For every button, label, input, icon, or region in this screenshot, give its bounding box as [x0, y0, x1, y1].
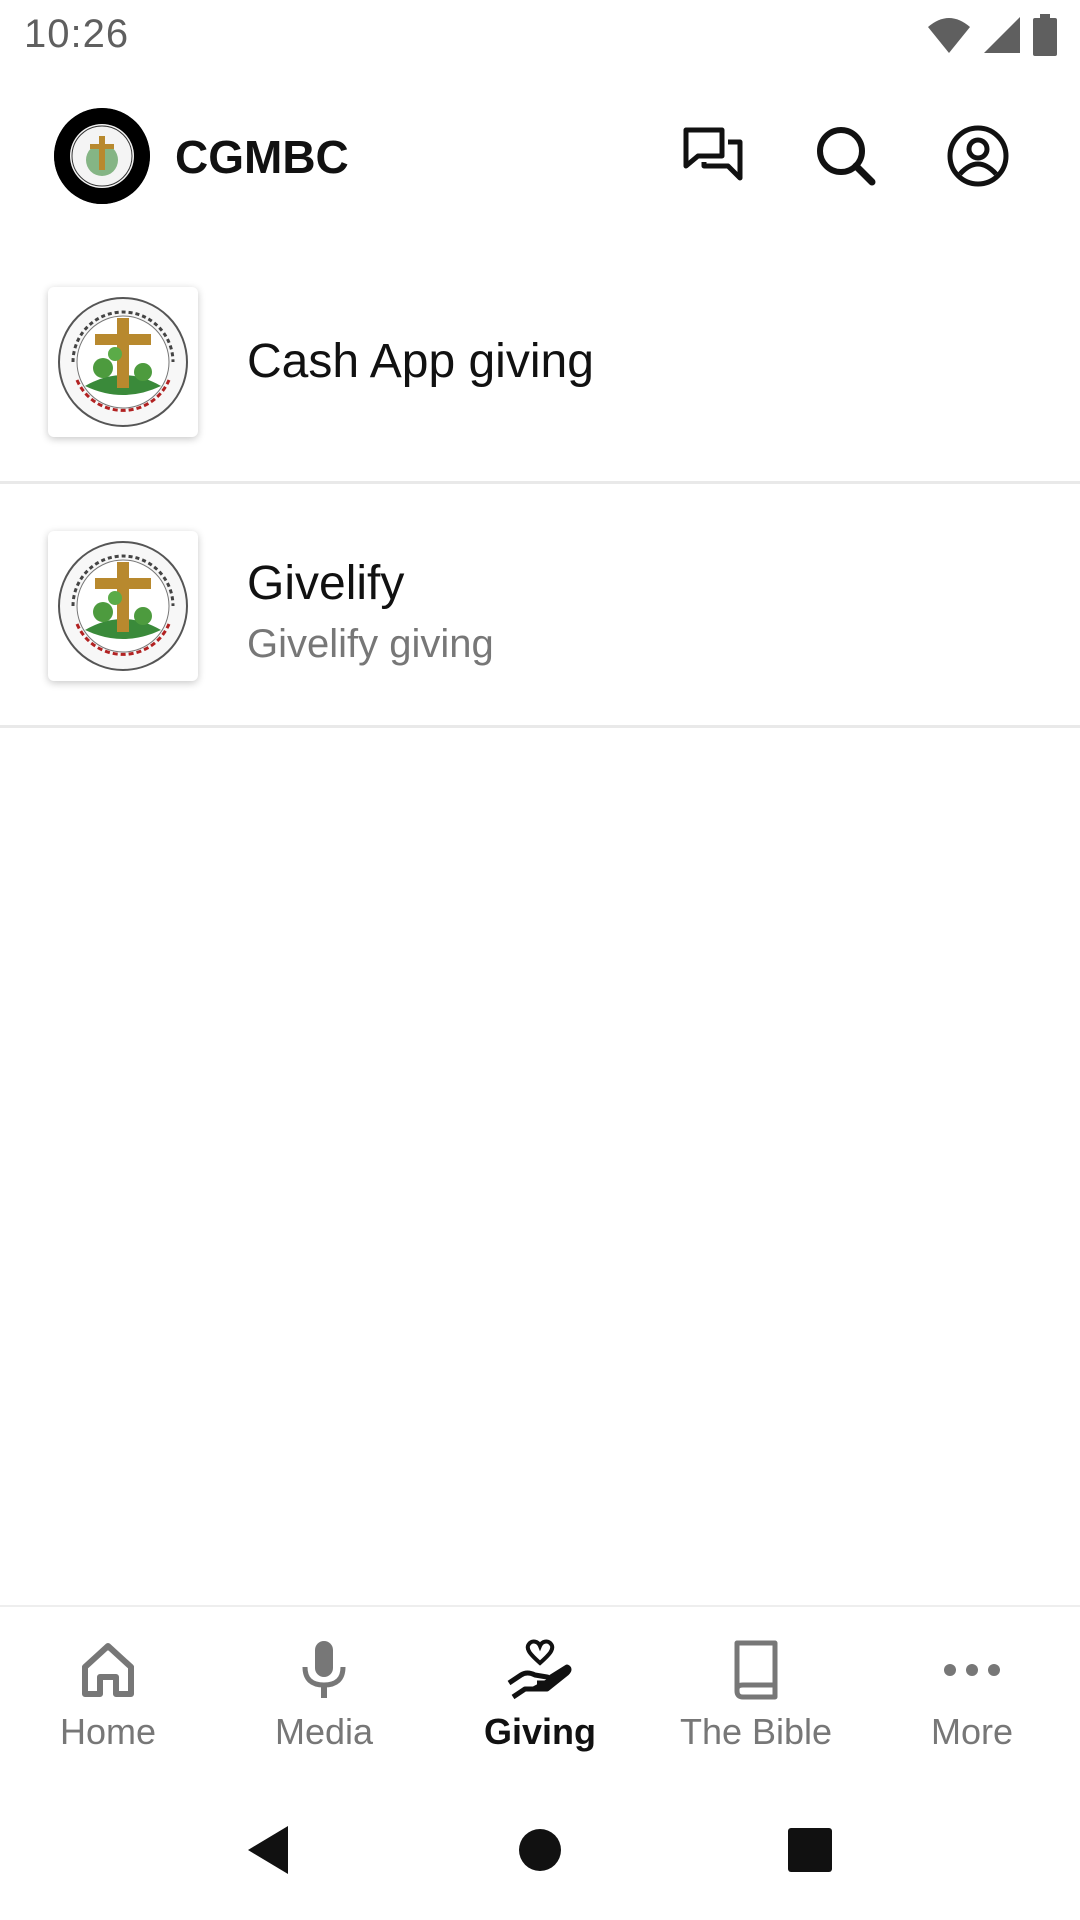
home-icon — [68, 1637, 148, 1703]
home-circle-icon — [519, 1829, 561, 1871]
account-button[interactable] — [940, 118, 1016, 194]
search-button[interactable] — [808, 118, 884, 194]
status-bar: 10:26 — [0, 0, 1080, 72]
status-time: 10:26 — [24, 12, 130, 56]
nav-item-the-bible[interactable]: The Bible — [648, 1607, 864, 1782]
nav-item-media[interactable]: Media — [216, 1607, 432, 1782]
nav-item-home[interactable]: Home — [0, 1607, 216, 1782]
recents-icon — [788, 1828, 832, 1872]
giving-list: Cash App giving Givelify Givelify giving — [0, 240, 1080, 728]
list-item-givelify[interactable]: Givelify Givelify giving — [0, 484, 1080, 728]
list-item-subtitle: Givelify giving — [247, 622, 494, 666]
list-item-cash-app[interactable]: Cash App giving — [0, 240, 1080, 484]
back-icon — [248, 1826, 288, 1874]
account-icon — [947, 125, 1009, 187]
nav-item-more[interactable]: More — [864, 1607, 1080, 1782]
book-icon — [716, 1637, 796, 1703]
chat-button[interactable] — [676, 118, 752, 194]
nav-label: Giving — [483, 1711, 596, 1752]
church-seal-logo — [58, 541, 188, 671]
giving-hand-heart-icon — [500, 1637, 580, 1703]
church-seal-logo — [58, 297, 188, 427]
app-title: CGMBC — [175, 131, 349, 183]
cell-signal-icon — [982, 15, 1022, 60]
list-item-thumbnail — [48, 531, 198, 681]
battery-icon — [1032, 14, 1058, 61]
app-logo[interactable] — [54, 108, 150, 204]
nav-label: Home — [59, 1711, 157, 1752]
chat-icon — [683, 127, 743, 181]
home-system-button[interactable] — [510, 1820, 570, 1880]
nav-label: More — [930, 1711, 1014, 1752]
nav-label: The Bible — [679, 1711, 833, 1752]
nav-item-giving[interactable]: Giving — [432, 1607, 648, 1782]
status-icons — [926, 14, 1058, 61]
list-item-thumbnail — [48, 287, 198, 437]
system-nav — [0, 1780, 1080, 1920]
wifi-icon — [926, 15, 972, 60]
bottom-nav: Home Media Giving The Bible More — [0, 1605, 1080, 1782]
screen: 10:26 CGMBC Cash App giving Givelify Giv… — [0, 0, 1080, 1920]
microphone-icon — [284, 1637, 364, 1703]
nav-label: Media — [274, 1711, 374, 1752]
list-item-title: Cash App giving — [247, 335, 594, 388]
more-horizontal-icon — [932, 1637, 1012, 1703]
search-icon — [817, 127, 876, 186]
app-bar: CGMBC — [0, 90, 1080, 222]
recents-button[interactable] — [780, 1820, 840, 1880]
back-button[interactable] — [238, 1820, 298, 1880]
list-item-title: Givelify — [247, 557, 405, 610]
